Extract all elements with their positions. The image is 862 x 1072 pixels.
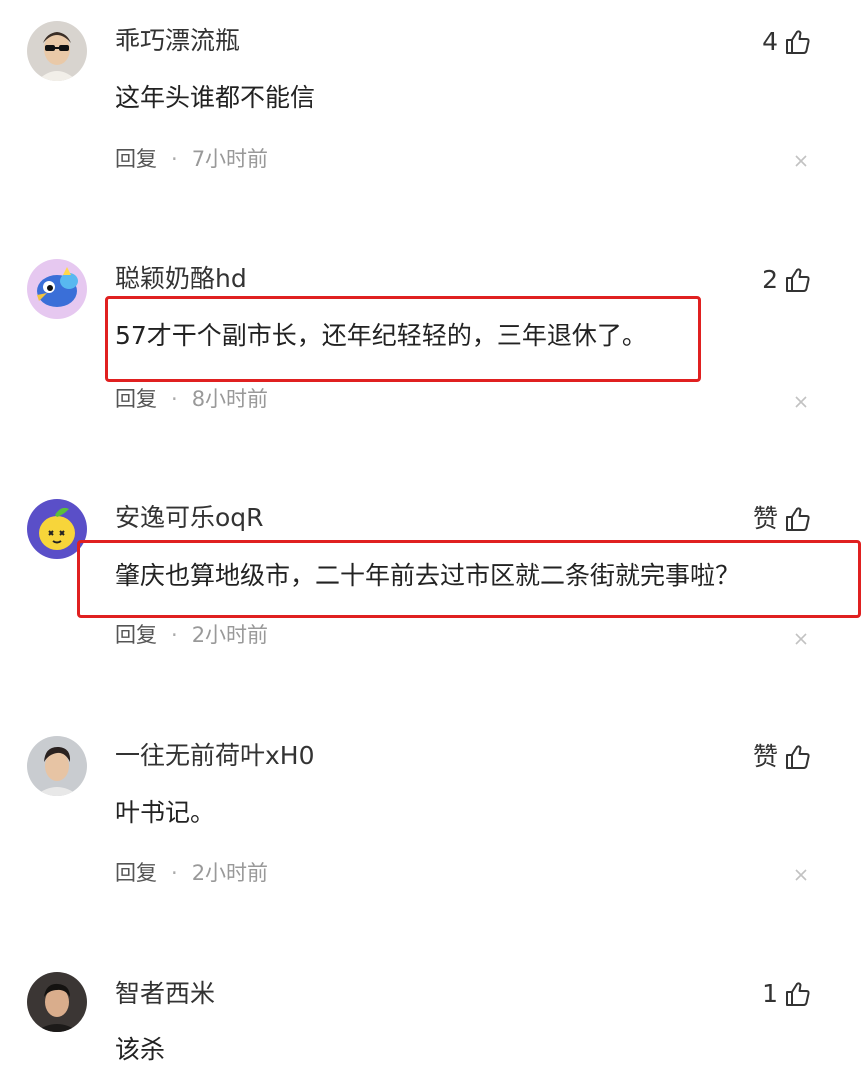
thumbs-up-icon bbox=[782, 979, 812, 1009]
comment-meta: 回复 · 2小时前 bbox=[115, 860, 268, 886]
thumbs-up-icon bbox=[782, 504, 812, 534]
close-icon[interactable] bbox=[792, 393, 810, 411]
timestamp: 2小时前 bbox=[191, 623, 269, 647]
username[interactable]: 一往无前荷叶xH0 bbox=[115, 741, 315, 771]
like-count: 赞 bbox=[752, 742, 778, 771]
comment-text: 该杀 bbox=[115, 1035, 166, 1064]
avatar[interactable] bbox=[27, 499, 87, 559]
avatar[interactable] bbox=[27, 972, 87, 1032]
comment-meta: 回复 · 7小时前 bbox=[115, 146, 268, 172]
thumbs-up-icon bbox=[782, 265, 812, 295]
timestamp: 7小时前 bbox=[191, 147, 269, 171]
comment-text: 肇庆也算地级市，二十年前去过市区就二条街就完事啦？ bbox=[115, 561, 741, 590]
like-button[interactable]: 1 bbox=[762, 977, 812, 1011]
close-icon[interactable] bbox=[792, 630, 810, 648]
thumbs-up-icon bbox=[782, 27, 812, 57]
person-photo-avatar-icon bbox=[27, 736, 87, 796]
like-count: 4 bbox=[762, 27, 778, 56]
avatar[interactable] bbox=[27, 21, 87, 81]
separator-dot: · bbox=[171, 623, 178, 647]
timestamp: 8小时前 bbox=[191, 387, 269, 411]
comment-text: 这年头谁都不能信 bbox=[115, 83, 316, 112]
comment-meta: 回复 · 2小时前 bbox=[115, 622, 268, 648]
separator-dot: · bbox=[171, 387, 178, 411]
like-button[interactable]: 4 bbox=[762, 25, 812, 59]
username[interactable]: 乖巧漂流瓶 bbox=[115, 26, 240, 56]
like-button[interactable]: 2 bbox=[762, 263, 812, 297]
comment-text: 57才干个副市长，还年纪轻轻的，三年退休了。 bbox=[115, 321, 647, 350]
person-sunglasses-avatar-icon bbox=[27, 21, 87, 81]
username[interactable]: 聪颖奶酪hd bbox=[115, 264, 247, 294]
reply-button[interactable]: 回复 bbox=[115, 622, 157, 648]
close-icon[interactable] bbox=[792, 866, 810, 884]
person-dark-avatar-icon bbox=[27, 972, 87, 1032]
reply-button[interactable]: 回复 bbox=[115, 146, 157, 172]
reply-button[interactable]: 回复 bbox=[115, 860, 157, 886]
username[interactable]: 安逸可乐oqR bbox=[115, 503, 264, 533]
separator-dot: · bbox=[171, 861, 178, 885]
separator-dot: · bbox=[171, 147, 178, 171]
cartoon-lemon-avatar-icon bbox=[27, 499, 87, 559]
comment-meta: 回复 · 8小时前 bbox=[115, 386, 268, 412]
cartoon-bird-avatar-icon bbox=[27, 259, 87, 319]
like-button[interactable]: 赞 bbox=[753, 740, 812, 774]
reply-button[interactable]: 回复 bbox=[115, 386, 157, 412]
like-button[interactable]: 赞 bbox=[753, 502, 812, 536]
close-icon[interactable] bbox=[792, 152, 810, 170]
like-count: 1 bbox=[762, 979, 778, 1008]
like-count: 2 bbox=[762, 265, 778, 294]
like-count: 赞 bbox=[752, 504, 778, 533]
username[interactable]: 智者西米 bbox=[115, 979, 215, 1009]
comment-text: 叶书记。 bbox=[115, 798, 216, 827]
thumbs-up-icon bbox=[782, 742, 812, 772]
avatar[interactable] bbox=[27, 736, 87, 796]
timestamp: 2小时前 bbox=[191, 861, 269, 885]
avatar[interactable] bbox=[27, 259, 87, 319]
